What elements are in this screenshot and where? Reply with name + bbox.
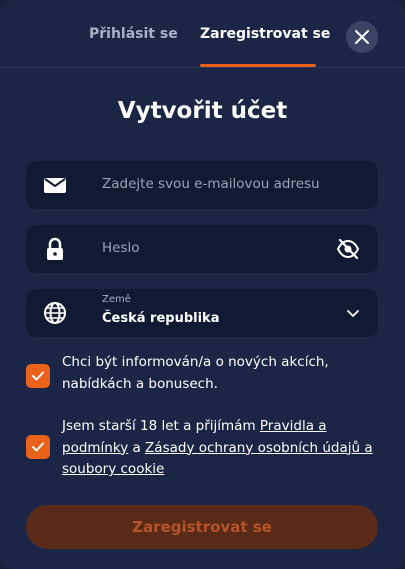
envelope-icon	[44, 178, 66, 193]
tab-login[interactable]: Přihlásit se	[89, 26, 178, 42]
terms-checkbox[interactable]	[26, 435, 50, 459]
terms-consent-text: Jsem starší 18 let a přijímám Pravidla a…	[62, 416, 382, 481]
register-submit-button[interactable]: Zaregistrovat se	[26, 505, 378, 549]
page-title: Vytvořit účet	[117, 98, 288, 124]
terms-middle: a	[128, 439, 146, 456]
checkmark-icon	[32, 371, 44, 381]
password-field[interactable]: Heslo	[26, 225, 378, 273]
close-button[interactable]	[346, 21, 378, 53]
country-label: Země	[102, 294, 131, 305]
close-icon	[355, 30, 369, 44]
email-placeholder: Zadejte svou e-mailovou adresu	[102, 176, 320, 192]
lock-icon	[47, 237, 63, 260]
auth-tabs: Přihlásit se Zaregistrovat se	[0, 0, 405, 68]
email-field[interactable]: Zadejte svou e-mailovou adresu	[26, 161, 378, 209]
chevron-down-icon[interactable]	[346, 306, 360, 320]
country-value: Česká republika	[102, 311, 220, 326]
terms-prefix: Jsem starší 18 let a přijímám	[62, 418, 260, 434]
country-select[interactable]: Země Česká republika	[26, 289, 378, 337]
marketing-checkbox[interactable]	[26, 364, 50, 388]
checkmark-icon	[32, 442, 44, 452]
globe-icon	[44, 302, 66, 324]
tab-register[interactable]: Zaregistrovat se	[200, 26, 330, 42]
password-placeholder: Heslo	[102, 240, 140, 256]
eye-off-icon[interactable]	[336, 237, 360, 261]
marketing-consent-text: Chci být informován/a o nových akcích, n…	[62, 354, 329, 392]
active-tab-indicator	[200, 64, 316, 67]
registration-modal: Přihlásit se Zaregistrovat se Vytvořit ú…	[0, 0, 405, 569]
